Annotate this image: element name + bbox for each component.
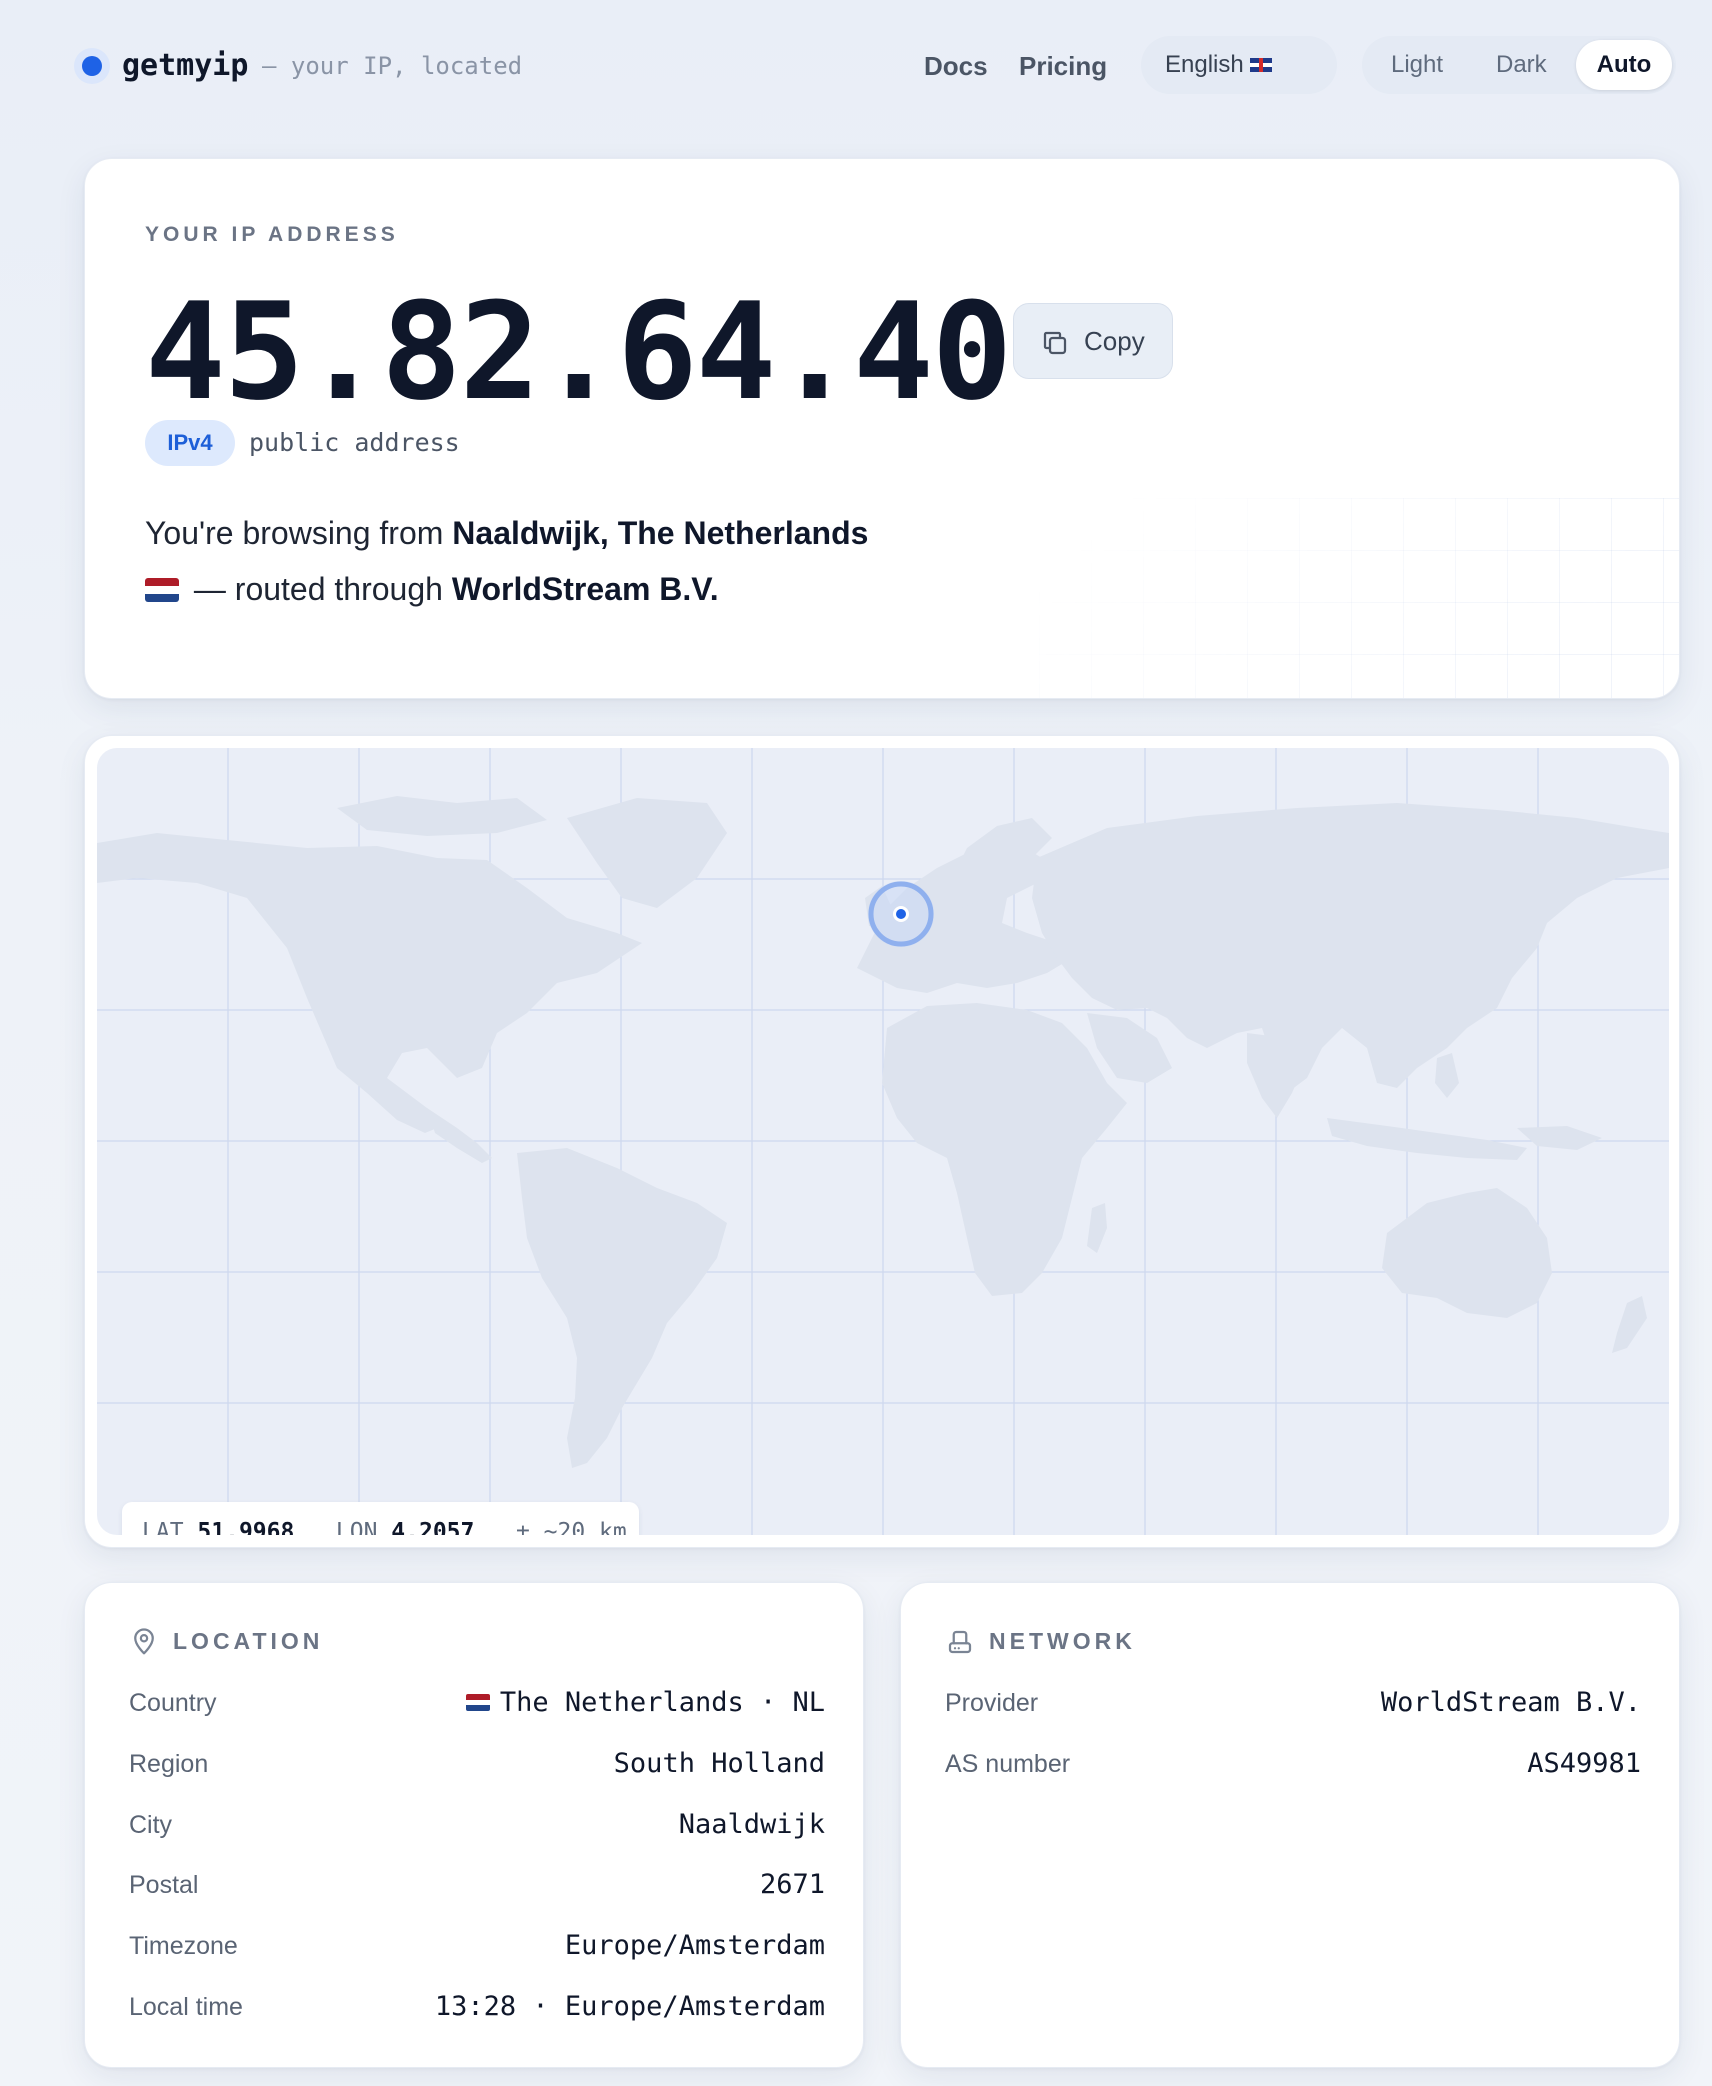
row-value: 13:28 · Europe/Amsterdam [434, 1991, 825, 2022]
row-label: Local time [129, 1993, 243, 2021]
row-value: Naaldwijk [678, 1809, 825, 1840]
location-row-postal: Postal 2671 [129, 1865, 825, 1905]
copy-icon [1043, 331, 1067, 355]
central-america-shape [427, 1108, 492, 1163]
brand-logo-icon [74, 48, 110, 84]
row-label: AS number [945, 1750, 1071, 1778]
country-value: The Netherlands · NL [499, 1687, 825, 1718]
row-label: Provider [945, 1689, 1039, 1717]
browse-prefix: You're browsing from [145, 515, 444, 551]
route-provider: WorldStream B.V. [451, 571, 719, 607]
greenland-shape [567, 798, 727, 908]
row-value: AS49981 [1527, 1748, 1641, 1779]
network-title: NETWORK [989, 1628, 1136, 1654]
theme-switcher: Light Dark Auto [1362, 36, 1676, 94]
row-label: City [129, 1811, 173, 1839]
ip-address-value[interactable]: 45.82.64.40 [145, 267, 1012, 437]
theme-light-option[interactable]: Light [1391, 36, 1443, 94]
language-selector[interactable]: English [1141, 36, 1337, 94]
location-title: LOCATION [173, 1628, 324, 1654]
network-card: NETWORK Provider WorldStream B.V. AS num… [900, 1582, 1680, 2068]
world-map[interactable]: LAT 51.9968 LON 4.2057 ± ~20 km [97, 748, 1669, 1535]
ip-address-card: YOUR IP ADDRESS 45.82.64.40 Copy IPv4 pu… [84, 158, 1680, 699]
row-value: The Netherlands · NL [465, 1683, 825, 1723]
network-row-as-number: AS number AS49981 [945, 1744, 1641, 1784]
copy-button[interactable]: Copy [1013, 303, 1173, 379]
lat-value: 51.9968 [197, 1519, 295, 1535]
location-row-country: Country The Netherlands · NL [129, 1683, 825, 1723]
map-pin-icon [134, 1628, 154, 1655]
africa-shape [882, 1003, 1127, 1296]
route-prefix: — routed through [193, 571, 443, 607]
uk-flag-icon [1249, 58, 1272, 72]
world-map-svg [97, 748, 1669, 1535]
theme-auto-option[interactable]: Auto [1576, 40, 1672, 90]
netherlands-flag-icon [465, 1694, 490, 1711]
location-row-timezone: Timezone Europe/Amsterdam [129, 1926, 825, 1966]
location-card: LOCATION Country The Netherlands · NL Re… [84, 1582, 864, 2068]
theme-dark-option[interactable]: Dark [1496, 36, 1547, 94]
arctic-islands-shape [337, 796, 547, 836]
madagascar-shape [1087, 1203, 1107, 1253]
lat-label: LAT [142, 1519, 184, 1535]
brand-tagline: — your IP, located [262, 52, 523, 80]
location-row-local-time: Local time 13:28 · Europe/Amsterdam [129, 1987, 825, 2027]
row-label: Timezone [129, 1932, 238, 1960]
routing-line: — routed through WorldStream B.V. [145, 567, 719, 611]
north-america-shape [97, 833, 642, 1133]
location-pin [868, 881, 934, 947]
language-label: English [1165, 51, 1244, 78]
ip-version-badge: IPv4 [145, 420, 235, 466]
lon-value: 4.2057 [391, 1519, 475, 1535]
row-label: Postal [129, 1871, 199, 1899]
accuracy-value: ± ~20 km [515, 1519, 627, 1535]
network-row-provider: Provider WorldStream B.V. [945, 1683, 1641, 1723]
ip-eyebrow: YOUR IP ADDRESS [145, 223, 399, 246]
coordinates-readout: LAT 51.9968 LON 4.2057 ± ~20 km [122, 1502, 639, 1535]
new-zealand-shape [1612, 1296, 1647, 1353]
top-bar: getmyip — your IP, located Docs Pricing … [0, 0, 1712, 130]
row-value: 2671 [759, 1869, 825, 1900]
copy-button-label: Copy [1084, 326, 1145, 356]
row-value: WorldStream B.V. [1380, 1687, 1641, 1718]
browse-place: Naaldwijk, The Netherlands [452, 515, 869, 551]
philippines-shape [1435, 1053, 1459, 1098]
ip-version-note: public address [249, 428, 460, 457]
new-guinea-shape [1517, 1126, 1602, 1150]
south-america-shape [517, 1148, 727, 1468]
map-card: LAT 51.9968 LON 4.2057 ± ~20 km [84, 735, 1680, 1548]
netherlands-flag-icon [145, 578, 179, 602]
nav-docs-link[interactable]: Docs [924, 50, 988, 82]
row-value: Europe/Amsterdam [564, 1930, 825, 1961]
router-icon [948, 1630, 972, 1654]
indonesia-shape [1327, 1118, 1527, 1160]
row-label: Country [129, 1689, 217, 1717]
location-row-city: City Naaldwijk [129, 1805, 825, 1845]
brand-name[interactable]: getmyip [122, 48, 248, 84]
decorative-grid [1039, 498, 1679, 698]
row-label: Region [129, 1750, 209, 1778]
location-row-region: Region South Holland [129, 1744, 825, 1784]
lon-label: LON [335, 1519, 378, 1535]
row-value: South Holland [613, 1748, 825, 1779]
browsing-location-line: You're browsing from Naaldwijk, The Neth… [145, 511, 868, 555]
nav-pricing-link[interactable]: Pricing [1019, 50, 1107, 82]
